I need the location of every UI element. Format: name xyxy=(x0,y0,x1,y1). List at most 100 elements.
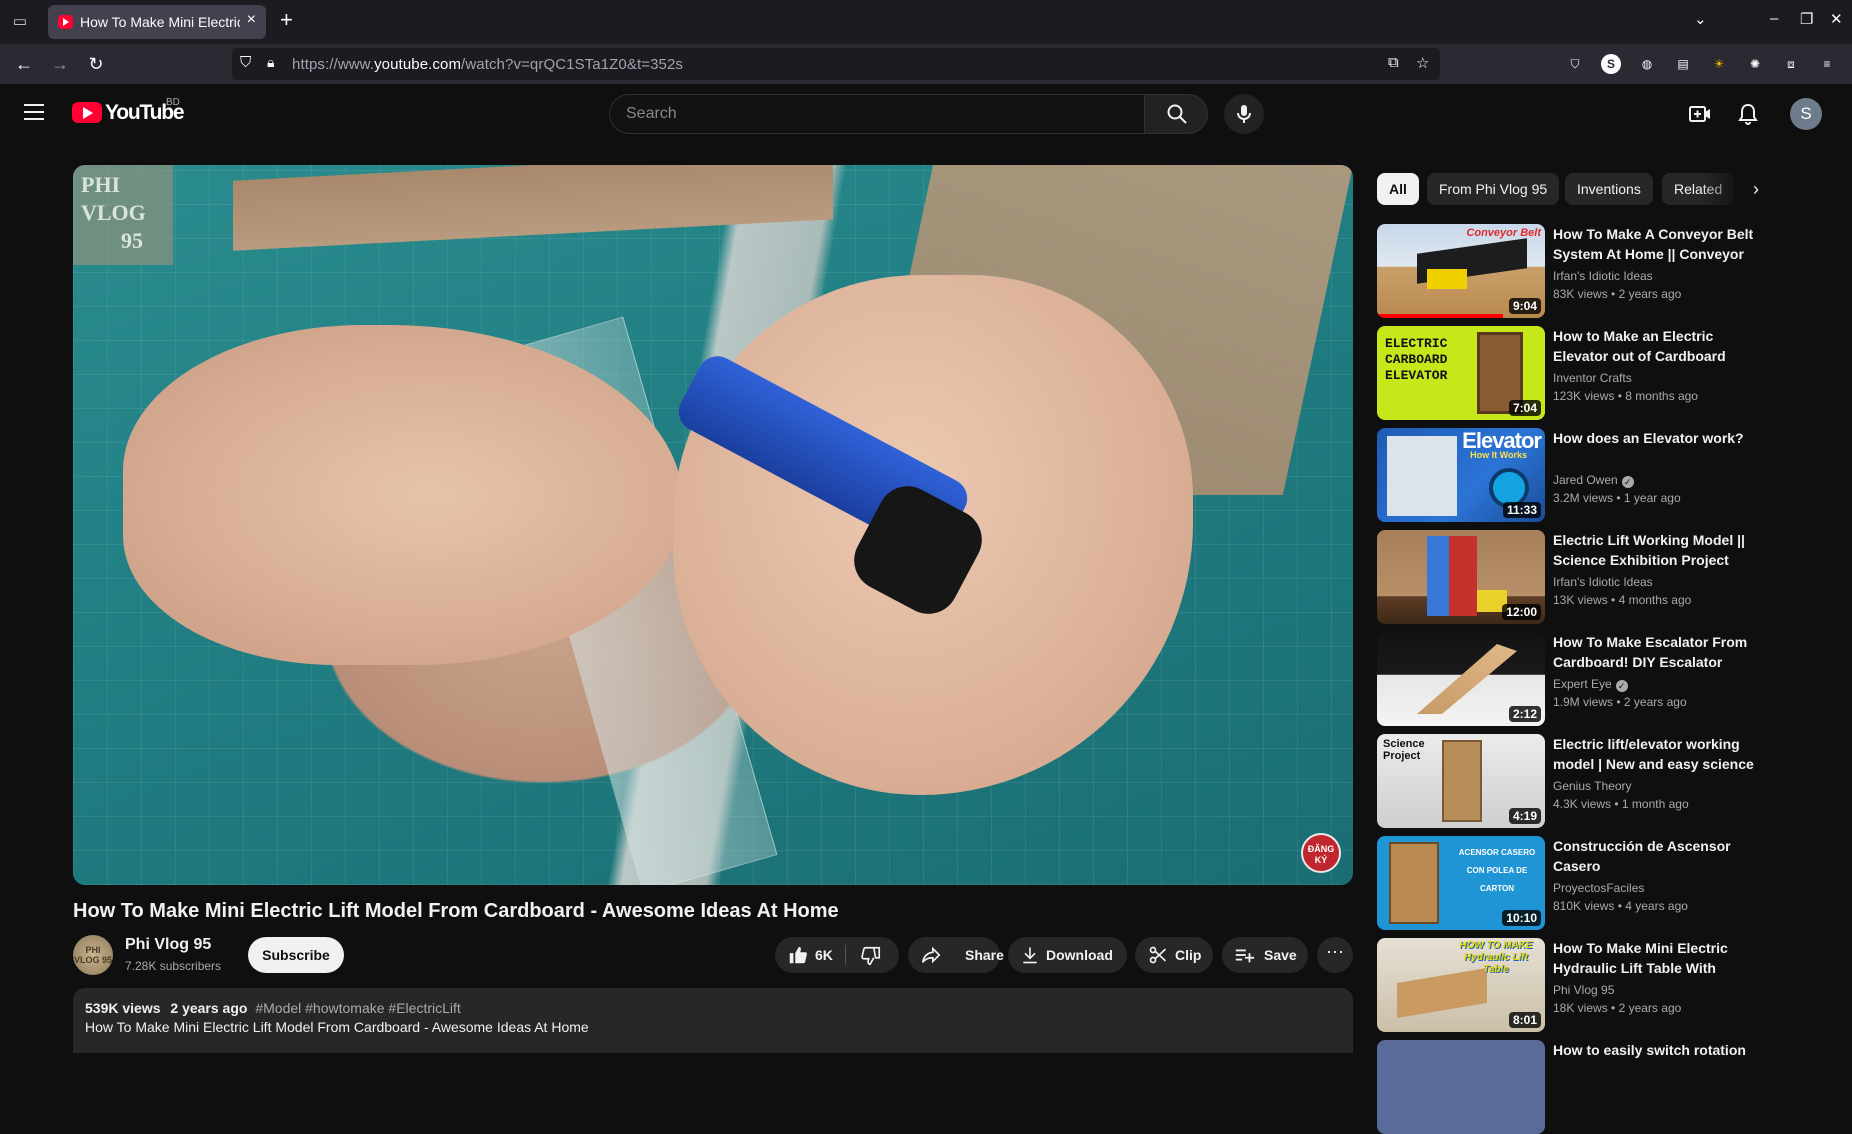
rec-thumbnail[interactable]: Conveyor Belt 9:04 xyxy=(1377,224,1545,318)
recommendation-item[interactable]: Elevator How It Works 11:33 How does an … xyxy=(1377,428,1767,522)
account-avatar[interactable]: S xyxy=(1790,98,1822,130)
rec-title[interactable]: How To Make Escalator From Cardboard! DI… xyxy=(1553,632,1758,672)
url-bar[interactable]: ⛉ 🔒︎ https://www.youtube.com/watch?v=qrQ… xyxy=(232,48,1440,80)
guide-menu-icon[interactable] xyxy=(24,104,44,120)
bookmark-star-icon[interactable]: ☆ xyxy=(1416,54,1429,72)
new-tab-button[interactable]: + xyxy=(280,9,293,31)
pocket-icon[interactable]: ⛉ xyxy=(1565,54,1585,74)
rec-channel[interactable]: ProyectosFaciles xyxy=(1553,881,1644,895)
rec-channel[interactable]: Genius Theory xyxy=(1553,779,1632,793)
subscribe-button[interactable]: Subscribe xyxy=(248,937,344,973)
recommendation-item[interactable]: ELECTRIC CARBOARD ELEVATOR 7:04 How to M… xyxy=(1377,326,1767,420)
rec-channel[interactable]: Phi Vlog 95 xyxy=(1553,983,1614,997)
search-box xyxy=(609,94,1144,134)
chip-from-channel[interactable]: From Phi Vlog 95 xyxy=(1427,173,1560,205)
watch-progress-bar xyxy=(1377,314,1503,318)
like-button[interactable]: 6K xyxy=(775,937,845,973)
recommendation-item[interactable]: 12:00 Electric Lift Working Model || Sci… xyxy=(1377,530,1767,624)
more-actions-button[interactable]: ⋯ xyxy=(1317,937,1353,973)
extension-s-icon[interactable]: S xyxy=(1601,54,1621,74)
close-window-icon[interactable]: ✕ xyxy=(1830,10,1843,28)
url-text[interactable]: https://www.youtube.com/watch?v=qrQC1STa… xyxy=(292,56,683,73)
rec-thumbnail[interactable]: 12:00 xyxy=(1377,530,1545,624)
rec-thumbnail[interactable]: 2:12 xyxy=(1377,632,1545,726)
share-label: Share xyxy=(965,947,1004,963)
restore-icon[interactable]: ❐ xyxy=(1800,10,1813,28)
rec-title[interactable]: How to Make an Electric Elevator out of … xyxy=(1553,326,1758,366)
rec-thumbnail[interactable]: ELECTRIC CARBOARD ELEVATOR 7:04 xyxy=(1377,326,1545,420)
create-video-icon[interactable] xyxy=(1688,102,1712,126)
rec-thumbnail[interactable]: HOW TO MAKE Hydraulic Lift Table 8:01 xyxy=(1377,938,1545,1032)
video-player[interactable]: PHI VLOG 95 ĐĂNG KÝ xyxy=(73,165,1353,885)
description-box[interactable]: 539K views 2 years ago #Model #howtomake… xyxy=(73,988,1353,1053)
upload-age: 2 years ago xyxy=(170,1000,248,1016)
recommendation-item[interactable]: Science Project 4:19 Electric lift/eleva… xyxy=(1377,734,1767,828)
browser-tab-active[interactable]: How To Make Mini Electric Lift Model Fro… xyxy=(48,5,266,39)
rec-title[interactable]: How does an Elevator work? xyxy=(1553,428,1758,448)
tab-list-icon[interactable]: ▭ xyxy=(10,12,30,32)
lock-icon[interactable]: 🔒︎ xyxy=(267,54,274,71)
channel-avatar[interactable]: PHI VLOG 95 xyxy=(73,935,113,975)
rec-title[interactable]: How To Make Mini Electric Hydraulic Lift… xyxy=(1553,938,1758,978)
tab-close-icon[interactable]: × xyxy=(247,11,256,29)
subscribe-watermark-button[interactable]: ĐĂNG KÝ xyxy=(1301,833,1341,873)
rec-thumb-text: ACENSOR CASERO CON POLEA DE CARTON xyxy=(1458,848,1536,893)
extensions-puzzle-icon[interactable]: ⧈ xyxy=(1781,54,1801,74)
rec-duration: 12:00 xyxy=(1502,604,1541,620)
rec-title[interactable]: How To Make A Conveyor Belt System At Ho… xyxy=(1553,224,1758,264)
minimize-icon[interactable]: – xyxy=(1770,10,1778,27)
search-button[interactable] xyxy=(1144,94,1208,134)
save-button[interactable]: Save xyxy=(1222,937,1308,973)
chip-inventions[interactable]: Inventions xyxy=(1565,173,1653,205)
rec-thumbnail[interactable]: Science Project 4:19 xyxy=(1377,734,1545,828)
rec-meta: 1.9M views • 2 years ago xyxy=(1553,695,1687,709)
browser-tab-bar: ▭ How To Make Mini Electric Lift Model F… xyxy=(0,0,1852,44)
reload-icon[interactable]: ↻ xyxy=(84,52,108,76)
share-arrow-icon xyxy=(921,946,941,964)
rec-title[interactable]: Electric Lift Working Model || Science E… xyxy=(1553,530,1758,570)
rec-channel[interactable]: Jared Owen ✓ xyxy=(1553,473,1634,488)
recommendation-item[interactable]: How to easily switch rotation xyxy=(1377,1040,1767,1134)
video-frame-cardboard xyxy=(233,165,833,251)
rec-channel[interactable]: Irfan's Idiotic Ideas xyxy=(1553,575,1653,589)
picture-in-picture-icon[interactable]: ⧉ xyxy=(1388,54,1399,71)
back-icon[interactable]: ← xyxy=(12,52,36,76)
forward-icon[interactable]: → xyxy=(48,52,72,76)
app-menu-icon[interactable]: ≡ xyxy=(1817,54,1837,74)
rec-title[interactable]: How to easily switch rotation xyxy=(1553,1040,1758,1060)
chevron-right-icon[interactable]: › xyxy=(1740,173,1772,205)
rec-title[interactable]: Electric lift/elevator working model | N… xyxy=(1553,734,1758,774)
globe-extension-icon[interactable]: ◍ xyxy=(1637,54,1657,74)
hashtags[interactable]: #Model #howtomake #ElectricLift xyxy=(255,1000,460,1016)
recommendation-item[interactable]: Conveyor Belt 9:04 How To Make A Conveyo… xyxy=(1377,224,1767,318)
share-button[interactable]: Share xyxy=(908,937,1004,973)
rec-meta: 18K views • 2 years ago xyxy=(1553,1001,1682,1015)
settings-extension-icon[interactable]: ✺ xyxy=(1745,54,1765,74)
notifications-bell-icon[interactable] xyxy=(1736,102,1760,126)
rec-thumbnail[interactable] xyxy=(1377,1040,1545,1134)
rec-thumbnail[interactable]: Elevator How It Works 11:33 xyxy=(1377,428,1545,522)
rec-channel[interactable]: Expert Eye ✓ xyxy=(1553,677,1628,692)
tab-overflow-icon[interactable]: ⌄ xyxy=(1694,10,1707,28)
recommendation-item[interactable]: ACENSOR CASERO CON POLEA DE CARTON 10:10… xyxy=(1377,836,1767,930)
notes-extension-icon[interactable]: ▤ xyxy=(1673,54,1693,74)
voice-search-button[interactable] xyxy=(1224,94,1264,134)
rec-channel[interactable]: Irfan's Idiotic Ideas xyxy=(1553,269,1653,283)
tracking-shield-icon[interactable]: ⛉ xyxy=(240,54,251,71)
clip-button[interactable]: Clip xyxy=(1135,937,1213,973)
chip-all[interactable]: All xyxy=(1377,173,1419,205)
description-meta: 539K views 2 years ago #Model #howtomake… xyxy=(85,1000,1341,1016)
search-input[interactable] xyxy=(610,95,1144,133)
rec-channel[interactable]: Inventor Crafts xyxy=(1553,371,1632,385)
channel-name[interactable]: Phi Vlog 95 xyxy=(125,936,211,954)
channel-subscriber-count: 7.28K subscribers xyxy=(125,959,222,973)
verified-check-icon: ✓ xyxy=(1621,476,1634,488)
sun-extension-icon[interactable]: ☀ xyxy=(1709,54,1729,74)
dislike-button[interactable] xyxy=(846,937,899,973)
download-button[interactable]: Download xyxy=(1008,937,1127,973)
rec-title[interactable]: Construcción de Ascensor Casero xyxy=(1553,836,1758,876)
rec-duration: 11:33 xyxy=(1502,502,1541,518)
recommendation-item[interactable]: 2:12 How To Make Escalator From Cardboar… xyxy=(1377,632,1767,726)
rec-thumbnail[interactable]: ACENSOR CASERO CON POLEA DE CARTON 10:10 xyxy=(1377,836,1545,930)
recommendation-item[interactable]: HOW TO MAKE Hydraulic Lift Table 8:01 Ho… xyxy=(1377,938,1767,1032)
